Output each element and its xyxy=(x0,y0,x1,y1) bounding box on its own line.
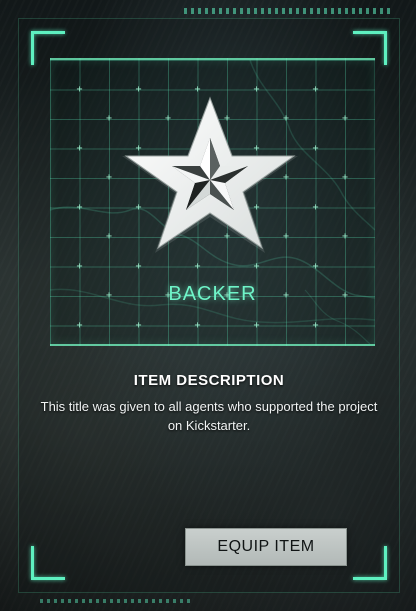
bottom-decorative-dots xyxy=(40,599,190,603)
top-decorative-dots xyxy=(184,8,394,14)
equip-item-button[interactable]: EQUIP ITEM xyxy=(185,528,347,566)
grid-marker: + xyxy=(135,319,142,331)
item-name-label: BACKER xyxy=(168,283,257,305)
grid-marker: + xyxy=(135,260,142,272)
frame-corner-bottom-right xyxy=(353,546,387,580)
grid-marker: + xyxy=(76,319,83,331)
grid-marker: + xyxy=(342,113,349,124)
grid-marker: + xyxy=(76,260,83,272)
grid-marker: + xyxy=(312,142,319,154)
grid-marker: + xyxy=(342,172,349,183)
grid-marker: + xyxy=(194,319,201,331)
grid-marker: + xyxy=(312,201,319,213)
grid-marker: + xyxy=(194,260,201,272)
grid-marker: + xyxy=(312,83,319,95)
grid-marker: + xyxy=(342,231,349,242)
grid-marker: + xyxy=(76,142,83,154)
grid-marker: + xyxy=(253,319,260,331)
grid-marker: + xyxy=(76,201,83,213)
grid-marker: + xyxy=(312,319,319,331)
star-badge-icon xyxy=(112,88,308,258)
frame-corner-bottom-left xyxy=(31,546,65,580)
item-description-text: This title was given to all agents who s… xyxy=(40,399,378,433)
grid-marker: + xyxy=(76,83,83,95)
item-description-heading: ITEM DESCRIPTION xyxy=(133,372,285,389)
grid-marker: + xyxy=(253,260,260,272)
grid-marker: + xyxy=(312,260,319,272)
